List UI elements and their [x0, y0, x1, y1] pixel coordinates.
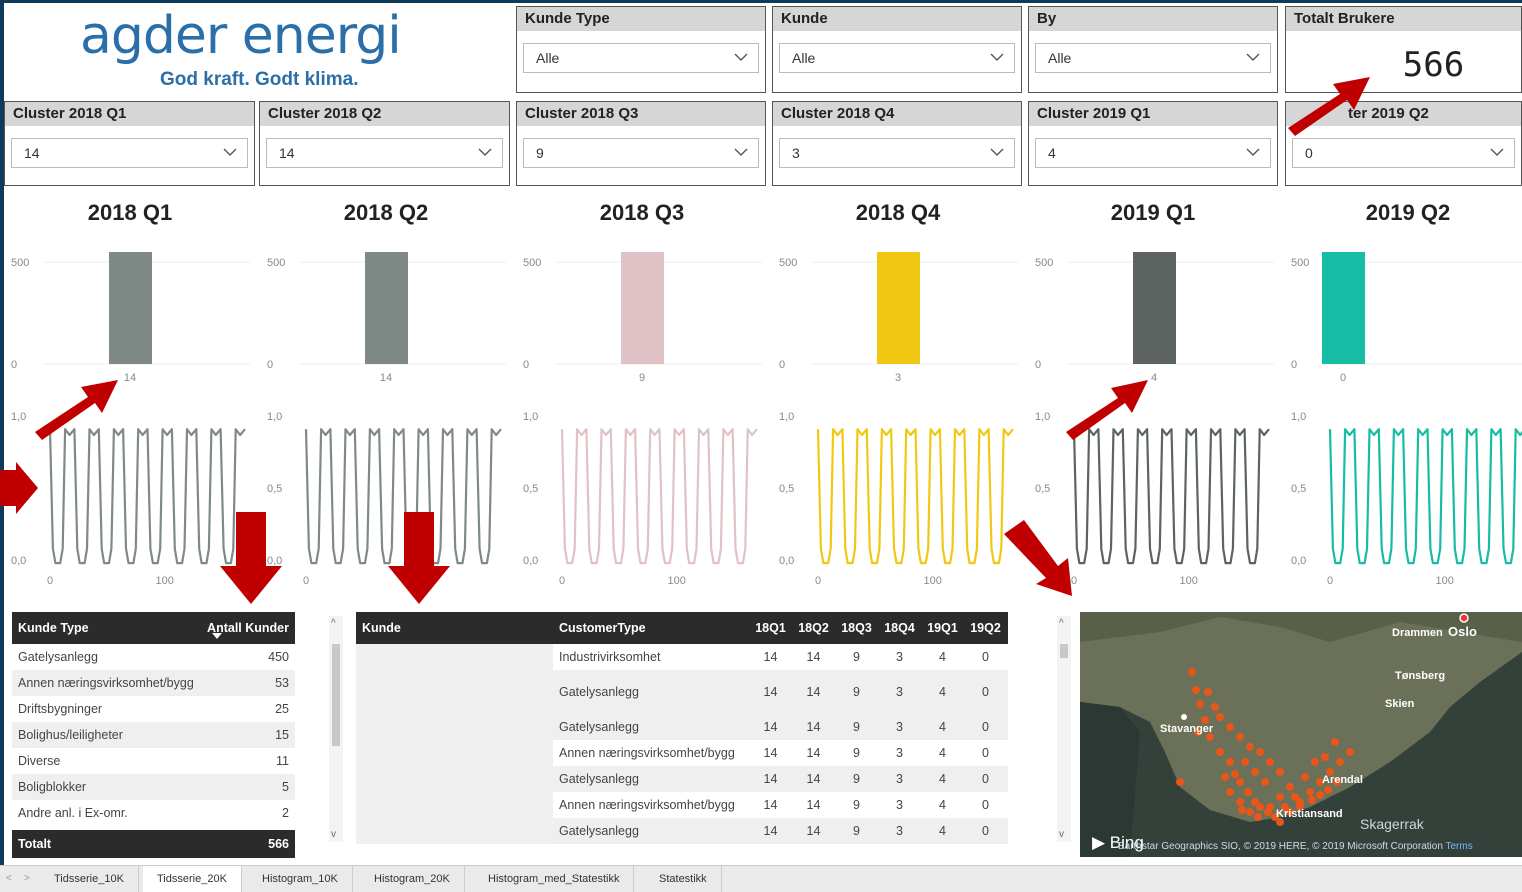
page-tab[interactable]: Histogram_20K	[360, 866, 465, 892]
page-tabs: < > Tidsserie_10K Tidsserie_20K Histogram_…	[0, 865, 1522, 892]
next-page-icon[interactable]: >	[24, 873, 30, 884]
red-arrow-icon	[1066, 380, 1148, 440]
annotation-arrows	[0, 77, 1370, 604]
prev-page-icon[interactable]: <	[6, 873, 12, 884]
page-tab[interactable]: Statestikk	[645, 866, 722, 892]
page-tab[interactable]: Histogram_med_Statestikk	[474, 866, 635, 892]
red-arrow-icon	[220, 512, 282, 604]
red-arrow-icon	[1288, 77, 1370, 136]
page-tab[interactable]: Histogram_10K	[248, 866, 353, 892]
page-tab[interactable]: Tidsserie_20K	[143, 866, 242, 892]
red-arrow-icon	[35, 380, 118, 440]
red-arrow-icon	[388, 512, 450, 604]
red-arrow-icon	[0, 462, 38, 514]
red-arrow-icon	[1004, 520, 1072, 596]
page-tab[interactable]: Tidsserie_10K	[40, 866, 139, 892]
